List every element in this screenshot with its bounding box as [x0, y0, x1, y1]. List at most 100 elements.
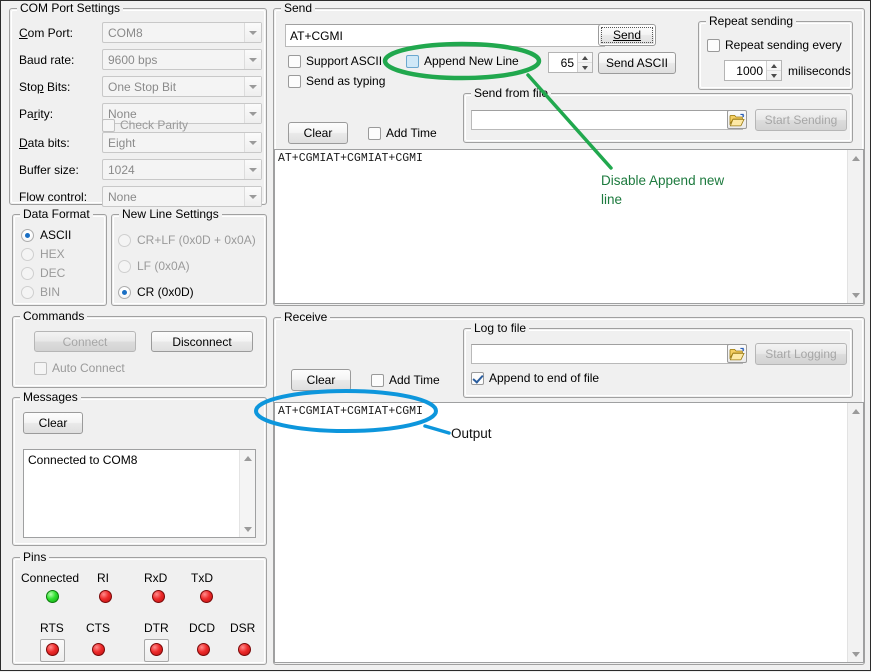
scroll-up-icon[interactable] — [240, 450, 256, 466]
chevron-down-icon — [244, 104, 261, 123]
connect-button[interactable]: Connect — [34, 331, 136, 352]
log-to-file-path-input[interactable] — [471, 344, 743, 364]
data-bits-select[interactable]: Eight — [102, 132, 262, 153]
com-port-select[interactable]: COM8 — [102, 22, 262, 43]
flow-control-select[interactable]: None — [102, 186, 262, 207]
receive-add-time-checkbox[interactable]: Add Time — [371, 373, 440, 387]
new-line-option-crlf[interactable]: CR+LF (0x0D + 0x0A) — [118, 233, 256, 247]
data-format-option-bin[interactable]: BIN — [21, 285, 60, 299]
disconnect-button[interactable]: Disconnect — [151, 331, 253, 352]
flow-control-value: None — [103, 190, 244, 204]
data-bits-label: Data bits: — [19, 136, 70, 150]
new-line-settings-group: New Line Settings CR+LF (0x0D + 0x0A) LF… — [111, 214, 267, 306]
scroll-up-icon[interactable] — [848, 150, 864, 166]
annotation-note-blue: Output — [451, 424, 492, 443]
pins-title: Pins — [20, 550, 49, 564]
receive-add-time-label: Add Time — [389, 373, 440, 387]
send-label: Send — [613, 28, 641, 42]
start-logging-button[interactable]: Start Logging — [755, 343, 847, 365]
option-label: HEX — [40, 247, 65, 261]
auto-connect-checkbox[interactable]: Auto Connect — [34, 361, 125, 375]
send-log-area[interactable]: AT+CGMIAT+CGMIAT+CGMI — [274, 149, 864, 304]
start-sending-button[interactable]: Start Sending — [755, 109, 847, 131]
pin-led-dtr[interactable] — [150, 643, 163, 656]
checkbox-box — [371, 374, 384, 387]
stop-bits-select[interactable]: One Stop Bit — [102, 76, 262, 97]
spinner-buttons[interactable] — [766, 61, 781, 80]
repeat-interval-spinner[interactable]: 1000 — [724, 60, 782, 81]
pin-label-cts: CTS — [86, 621, 110, 635]
receive-log-scrollbar[interactable] — [847, 403, 863, 662]
receive-log-text: AT+CGMIAT+CGMIAT+CGMI — [278, 405, 845, 419]
messages-scrollbar[interactable] — [239, 450, 255, 537]
send-button[interactable]: Send — [598, 24, 656, 46]
send-from-file-browse-button[interactable] — [727, 110, 747, 129]
start-sending-label: Start Sending — [765, 113, 838, 127]
pin-led-txd — [200, 590, 213, 603]
baud-rate-select[interactable]: 9600 bps — [102, 49, 262, 70]
log-to-file-title: Log to file — [471, 321, 529, 335]
folder-open-icon — [729, 113, 745, 127]
send-log-scrollbar[interactable] — [847, 150, 863, 303]
com-port-settings-group: COM Port Settings Com Port: COM8 Baud ra… — [9, 8, 267, 205]
data-format-option-ascii[interactable]: ASCII — [21, 228, 71, 242]
repeat-sending-checkbox[interactable]: Repeat sending every — [707, 38, 842, 52]
pin-led-connected — [46, 590, 59, 603]
pin-label-ri: RI — [97, 571, 109, 585]
messages-clear-button[interactable]: Clear — [23, 412, 83, 434]
stop-bits-label: Stop Bits: — [19, 80, 70, 94]
spinner-down-icon[interactable] — [767, 70, 781, 80]
messages-title: Messages — [20, 390, 81, 404]
messages-log[interactable]: Connected to COM8 — [23, 449, 256, 538]
send-log-text: AT+CGMIAT+CGMIAT+CGMI — [278, 152, 845, 166]
chevron-down-icon — [244, 160, 261, 179]
scroll-down-icon[interactable] — [848, 646, 864, 662]
pin-led-dcd — [197, 643, 210, 656]
scroll-up-icon[interactable] — [848, 403, 864, 419]
radio-ring — [21, 286, 34, 299]
new-line-option-cr[interactable]: CR (0x0D) — [118, 285, 194, 299]
append-end-of-file-checkbox[interactable]: Append to end of file — [471, 371, 599, 385]
spinner-up-icon[interactable] — [767, 61, 781, 70]
pin-led-rts[interactable] — [46, 643, 59, 656]
log-to-file-browse-button[interactable] — [727, 344, 747, 363]
new-line-option-lf[interactable]: LF (0x0A) — [118, 259, 190, 273]
data-format-option-hex[interactable]: HEX — [21, 247, 65, 261]
option-label: DEC — [40, 266, 65, 280]
auto-connect-label: Auto Connect — [52, 361, 125, 375]
buffer-size-select[interactable]: 1024 — [102, 159, 262, 180]
stop-bits-value: One Stop Bit — [103, 80, 244, 94]
spinner-buttons[interactable] — [577, 53, 592, 72]
radio-ring — [21, 229, 34, 242]
scroll-down-icon[interactable] — [240, 521, 256, 537]
data-format-option-dec[interactable]: DEC — [21, 266, 65, 280]
spinner-up-icon[interactable] — [578, 53, 592, 62]
send-add-time-checkbox[interactable]: Add Time — [368, 126, 437, 140]
send-from-file-path-input[interactable] — [471, 110, 743, 130]
ascii-code-spinner[interactable]: 65 — [548, 52, 593, 73]
chevron-down-icon — [244, 187, 261, 206]
receive-clear-button[interactable]: Clear — [291, 369, 351, 391]
data-format-group: Data Format ASCII HEX DEC BIN — [12, 214, 107, 306]
messages-log-text: Connected to COM8 — [28, 453, 237, 467]
send-clear-button[interactable]: Clear — [288, 122, 348, 144]
checkbox-box — [288, 75, 301, 88]
annotation-note-green: Disable Append new line — [601, 171, 771, 209]
send-ascii-button[interactable]: Send ASCII — [598, 52, 676, 74]
send-command-input[interactable]: AT+CGMI — [285, 24, 605, 47]
baud-rate-value: 9600 bps — [103, 53, 244, 67]
spinner-down-icon[interactable] — [578, 62, 592, 72]
check-parity-checkbox[interactable]: Check Parity — [102, 118, 188, 132]
pin-label-rts: RTS — [40, 621, 64, 635]
receive-log-area[interactable]: AT+CGMIAT+CGMIAT+CGMI — [274, 402, 864, 663]
receive-title: Receive — [281, 310, 330, 324]
append-new-line-label: Append New Line — [424, 54, 519, 68]
pin-label-rxd: RxD — [144, 571, 167, 585]
receive-group: Receive Clear Add Time Log to file — [273, 317, 865, 665]
scroll-down-icon[interactable] — [848, 287, 864, 303]
support-ascii-checkbox[interactable]: Support ASCII — [288, 54, 382, 68]
checkbox-box — [707, 39, 720, 52]
repeat-unit-label: miliseconds — [788, 64, 851, 78]
append-new-line-checkbox[interactable]: Append New Line — [406, 54, 519, 68]
send-as-typing-checkbox[interactable]: Send as typing — [288, 74, 385, 88]
